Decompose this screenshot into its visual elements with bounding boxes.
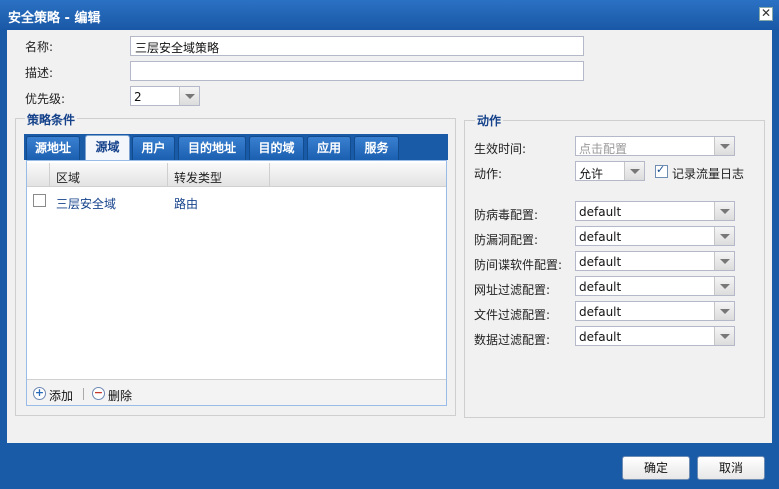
- antispyware-value: default: [579, 255, 622, 269]
- chevron-down-icon[interactable]: [714, 252, 734, 270]
- conditions-legend: 策略条件: [25, 111, 78, 128]
- grid-header: 区域 转发类型: [27, 163, 446, 187]
- chevron-down-icon[interactable]: [714, 137, 734, 155]
- check-icon: ✓: [656, 163, 666, 176]
- vulnerability-value: default: [579, 230, 622, 244]
- description-label: 描述:: [25, 66, 54, 80]
- time-label: 生效时间:: [474, 142, 527, 156]
- add-icon[interactable]: +: [33, 387, 46, 400]
- column-header-forward-type[interactable]: 转发类型: [174, 169, 222, 186]
- url-filter-select[interactable]: default: [575, 276, 735, 296]
- grid-toolbar: + 添加 − 删除: [27, 379, 446, 405]
- file-filter-select[interactable]: default: [575, 301, 735, 321]
- tab-source-address[interactable]: 源地址: [26, 136, 80, 160]
- close-icon[interactable]: ✕: [759, 7, 773, 21]
- data-filter-select[interactable]: default: [575, 326, 735, 346]
- time-value: 点击配置: [579, 142, 628, 156]
- chevron-down-icon[interactable]: [714, 327, 734, 345]
- chevron-down-icon[interactable]: [179, 87, 199, 105]
- tab-source-zone[interactable]: 源域: [85, 135, 130, 161]
- antispyware-label: 防间谍软件配置:: [474, 258, 563, 272]
- column-divider: [269, 163, 270, 187]
- description-field[interactable]: [130, 61, 584, 81]
- log-checkbox[interactable]: ✓: [655, 163, 668, 178]
- dialog-window: 安全策略 - 编辑 ✕ 名称: 三层安全域策略 描述: 优先级: 2 策略条件 …: [0, 0, 779, 489]
- priority-select[interactable]: 2: [130, 86, 200, 106]
- dialog-title: 安全策略 - 编辑: [8, 11, 101, 26]
- cancel-button[interactable]: 取消: [697, 456, 765, 480]
- tab-dest-address[interactable]: 目的地址: [178, 136, 246, 160]
- vulnerability-label: 防漏洞配置:: [474, 233, 539, 247]
- tab-dest-zone[interactable]: 目的域: [249, 136, 304, 160]
- dialog-titlebar[interactable]: 安全策略 - 编辑 ✕: [0, 0, 779, 30]
- file-filter-label: 文件过滤配置:: [474, 308, 551, 322]
- column-divider: [167, 163, 168, 187]
- toolbar-separator: [83, 388, 84, 400]
- antivirus-label: 防病毒配置:: [474, 208, 539, 222]
- zone-grid: 区域 转发类型 三层安全域 路由 + 添加 − 删除: [26, 160, 447, 406]
- column-header-zone[interactable]: 区域: [56, 169, 80, 186]
- url-filter-label: 网址过滤配置:: [474, 283, 551, 297]
- log-label: 记录流量日志: [672, 167, 745, 181]
- tab-service[interactable]: 服务: [354, 136, 399, 160]
- time-select[interactable]: 点击配置: [575, 136, 735, 156]
- remove-icon[interactable]: −: [92, 387, 105, 400]
- row-checkbox[interactable]: [33, 194, 46, 207]
- name-field[interactable]: 三层安全域策略: [130, 36, 584, 56]
- action-label: 动作:: [474, 167, 503, 181]
- action-select[interactable]: 允许: [575, 161, 645, 181]
- add-button[interactable]: 添加: [49, 387, 73, 404]
- tab-user[interactable]: 用户: [132, 136, 175, 160]
- url-filter-value: default: [579, 280, 622, 294]
- ok-button[interactable]: 确定: [622, 456, 690, 480]
- chevron-down-icon[interactable]: [714, 302, 734, 320]
- data-filter-label: 数据过滤配置:: [474, 333, 551, 347]
- priority-label: 优先级:: [25, 92, 66, 106]
- priority-value: 2: [134, 90, 142, 104]
- vulnerability-select[interactable]: default: [575, 226, 735, 246]
- forward-type-cell: 路由: [174, 197, 199, 211]
- antispyware-select[interactable]: default: [575, 251, 735, 271]
- antivirus-value: default: [579, 205, 622, 219]
- name-label: 名称:: [25, 40, 54, 54]
- data-filter-value: default: [579, 330, 622, 344]
- chevron-down-icon[interactable]: [714, 202, 734, 220]
- action-legend: 动作: [475, 112, 504, 129]
- chevron-down-icon[interactable]: [714, 227, 734, 245]
- zone-cell: 三层安全域: [56, 197, 117, 211]
- chevron-down-icon[interactable]: [714, 277, 734, 295]
- tab-application[interactable]: 应用: [307, 136, 351, 160]
- chevron-down-icon[interactable]: [624, 162, 644, 180]
- file-filter-value: default: [579, 305, 622, 319]
- column-divider: [49, 163, 50, 187]
- conditions-tabbar: 源地址 源域 用户 目的地址 目的域 应用 服务: [24, 134, 448, 161]
- antivirus-select[interactable]: default: [575, 201, 735, 221]
- action-value: 允许: [579, 167, 604, 181]
- delete-button[interactable]: 删除: [108, 387, 132, 404]
